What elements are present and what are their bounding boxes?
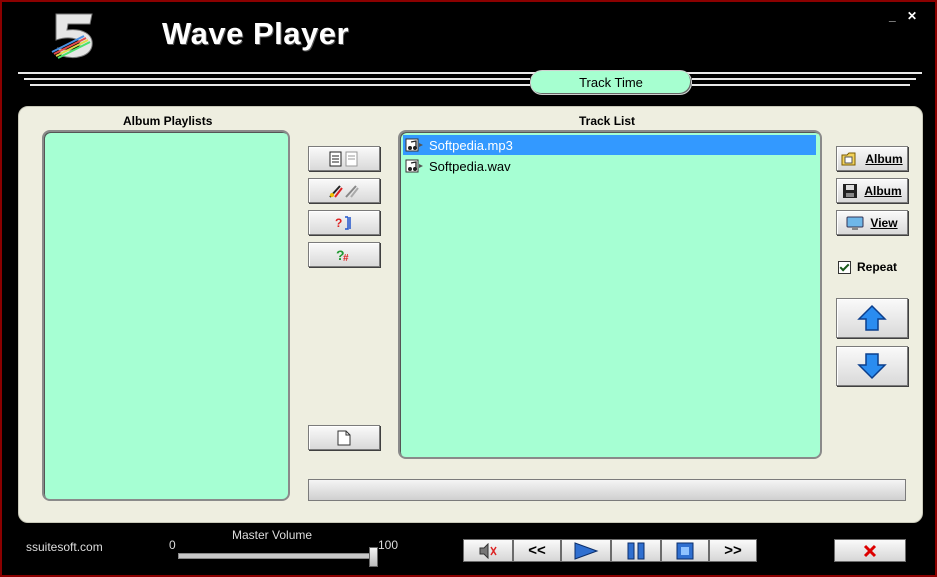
master-volume-slider[interactable] — [178, 553, 376, 559]
next-track-button[interactable]: >> — [709, 539, 757, 562]
view-button[interactable]: View — [836, 210, 908, 235]
move-down-button[interactable] — [836, 346, 908, 386]
volume-max-label: 100 — [378, 538, 399, 552]
floppy-disk-icon — [843, 183, 858, 198]
track-list[interactable]: Softpedia.mp3 Softpedia.wav — [398, 130, 822, 459]
help-button[interactable]: ? — [308, 210, 380, 235]
track-name: Softpedia.mp3 — [429, 137, 513, 153]
new-document-icon — [337, 430, 351, 445]
album-playlists-heading: Album Playlists — [123, 114, 213, 128]
volume-min-label: 0 — [169, 538, 176, 552]
track-progress-bar[interactable] — [308, 479, 906, 501]
repeat-checkbox[interactable]: Repeat — [838, 260, 897, 274]
open-album-label: Album — [865, 151, 903, 166]
monitor-icon — [846, 216, 864, 230]
main-panel: Album Playlists Track List Softpedia.mp3… — [18, 106, 923, 523]
close-button[interactable] — [834, 539, 906, 562]
save-album-label: Album — [864, 183, 902, 198]
checkbox-checked-icon[interactable] — [838, 260, 851, 274]
copy-files-icon — [329, 151, 358, 166]
add-files-button[interactable] — [308, 146, 380, 171]
speaker-mute-icon — [479, 542, 497, 559]
play-button[interactable] — [561, 539, 611, 562]
svg-text:?: ? — [335, 216, 342, 230]
track-time-display: Track Time — [530, 70, 692, 95]
minimize-button[interactable]: _ — [889, 9, 896, 23]
question-mark-icon: ? # — [336, 247, 349, 264]
album-playlists-list[interactable] — [42, 130, 290, 501]
edit-tracks-button[interactable] — [308, 178, 380, 203]
header-stripes — [18, 72, 922, 92]
track-row[interactable]: Softpedia.mp3 — [403, 135, 816, 155]
svg-text:#: # — [343, 253, 349, 264]
mute-button[interactable] — [463, 539, 513, 562]
track-name: Softpedia.wav — [429, 158, 511, 174]
site-link[interactable]: ssuitesoft.com — [26, 540, 103, 554]
app-logo-icon — [51, 13, 93, 59]
close-window-button[interactable]: ✕ — [907, 9, 917, 23]
app-title: Wave Player — [162, 16, 350, 51]
wave-file-icon — [405, 159, 423, 173]
stop-icon — [676, 542, 694, 559]
pause-button[interactable] — [611, 539, 661, 562]
stop-button[interactable] — [661, 539, 709, 562]
new-playlist-button[interactable] — [308, 425, 380, 450]
move-up-button[interactable] — [836, 298, 908, 338]
save-album-button[interactable]: Album — [836, 178, 908, 203]
play-icon — [574, 541, 599, 560]
track-row[interactable]: Softpedia.wav — [403, 156, 816, 176]
close-icon — [863, 544, 877, 557]
about-button[interactable]: ? # — [308, 242, 380, 267]
open-album-button[interactable]: Album — [836, 146, 908, 171]
music-file-icon — [405, 138, 423, 152]
volume-slider-thumb[interactable] — [369, 547, 378, 567]
track-list-heading: Track List — [579, 114, 636, 128]
previous-track-button[interactable]: << — [513, 539, 561, 562]
question-icon: ? — [335, 216, 351, 230]
master-volume-label: Master Volume — [232, 528, 313, 542]
pause-icon — [627, 542, 645, 559]
open-folder-icon — [841, 152, 856, 165]
arrow-up-icon — [857, 304, 887, 331]
app-window: Wave Player _ ✕ Track Time Album Playlis… — [0, 0, 937, 577]
view-label: View — [870, 215, 898, 230]
repeat-label: Repeat — [857, 260, 898, 274]
arrow-down-icon — [857, 353, 887, 380]
tools-icon — [329, 184, 359, 198]
